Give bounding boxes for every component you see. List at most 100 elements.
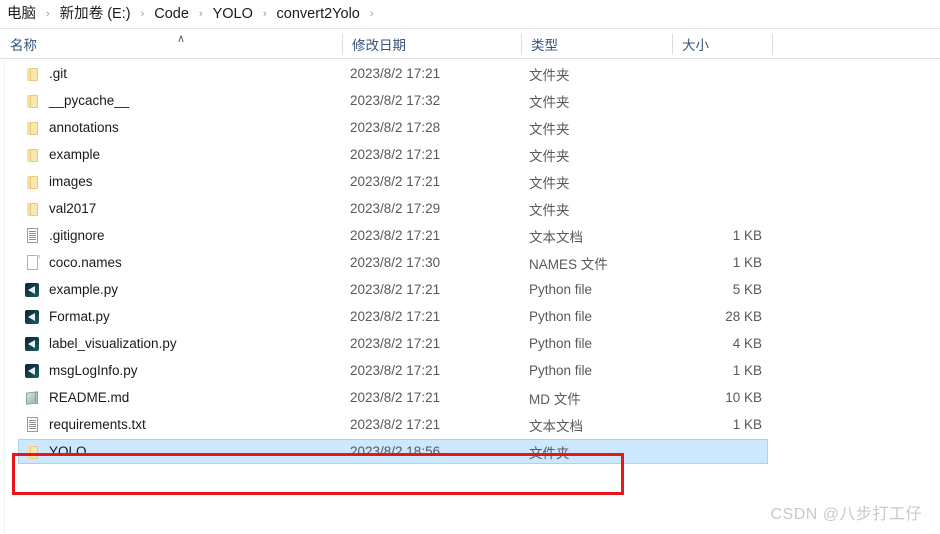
file-type-cell: Python file <box>529 363 593 378</box>
python-file-icon <box>24 362 41 379</box>
file-row[interactable]: __pycache__ 2023/8/2 17:32 文件夹 <box>0 87 940 114</box>
column-header-name-label: 名称 <box>10 38 37 53</box>
file-date-cell: 2023/8/2 17:21 <box>350 417 441 432</box>
file-name-cell[interactable]: images <box>24 168 93 195</box>
file-size-cell <box>672 114 762 141</box>
folder-icon <box>24 173 41 190</box>
folder-icon <box>24 443 41 460</box>
file-type-cell: 文件夹 <box>529 202 570 218</box>
file-size-cell <box>672 438 762 465</box>
column-header-date-modified[interactable]: 修改日期 <box>342 29 521 59</box>
file-size-cell: 5 KB <box>732 282 762 297</box>
file-row[interactable]: coco.names 2023/8/2 17:30 NAMES 文件 1 KB <box>0 249 940 276</box>
file-name-label: YOLO <box>49 444 87 459</box>
breadcrumb-item-0[interactable]: 电脑 <box>4 2 39 26</box>
breadcrumb-chevron-icon[interactable]: › <box>39 4 57 24</box>
sort-ascending-caret-icon[interactable]: ∧ <box>175 34 187 45</box>
file-row[interactable]: msgLogInfo.py 2023/8/2 17:21 Python file 1 … <box>0 357 940 384</box>
file-name-cell[interactable]: example.py <box>24 276 118 303</box>
python-file-icon <box>24 308 41 325</box>
file-name-cell[interactable]: val2017 <box>24 195 96 222</box>
file-size-cell: 1 KB <box>732 255 762 270</box>
text-document-icon <box>24 227 41 244</box>
file-row[interactable]: example.py 2023/8/2 17:21 Python file 5 KB <box>0 276 940 303</box>
file-name-cell[interactable]: msgLogInfo.py <box>24 357 138 384</box>
file-date-cell: 2023/8/2 17:21 <box>350 363 441 378</box>
file-name-cell[interactable]: README.md <box>24 384 129 411</box>
folder-icon <box>24 92 41 109</box>
folder-icon <box>24 146 41 163</box>
breadcrumb-chevron-icon[interactable]: › <box>363 4 381 24</box>
column-header-type[interactable]: 类型 <box>521 29 672 59</box>
file-date-cell: 2023/8/2 17:29 <box>350 201 441 216</box>
file-row[interactable]: label_visualization.py 2023/8/2 17:21 Pyth… <box>0 330 940 357</box>
file-row[interactable]: .gitignore 2023/8/2 17:21 文本文档 1 KB <box>0 222 940 249</box>
file-name-label: example.py <box>49 282 119 297</box>
file-date-cell: 2023/8/2 17:30 <box>350 255 441 270</box>
file-name-label: coco.names <box>49 255 122 270</box>
file-name-label: README.md <box>49 390 130 405</box>
file-size-cell: 1 KB <box>732 417 762 432</box>
folder-icon <box>24 65 41 82</box>
file-name-cell[interactable]: YOLO <box>24 438 87 465</box>
file-name-label: images <box>49 174 93 189</box>
file-row[interactable]: README.md 2023/8/2 17:21 MD 文件 10 KB <box>0 384 940 411</box>
file-type-cell: 文本文档 <box>529 229 583 245</box>
file-row[interactable]: Format.py 2023/8/2 17:21 Python file 28 KB <box>0 303 940 330</box>
file-date-cell: 2023/8/2 17:21 <box>350 228 441 243</box>
file-name-label: requirements.txt <box>49 417 146 432</box>
breadcrumb-chevron-icon[interactable]: › <box>134 4 152 24</box>
file-type-cell: MD 文件 <box>529 391 581 407</box>
file-name-cell[interactable]: .gitignore <box>24 222 105 249</box>
file-date-cell: 2023/8/2 17:21 <box>350 309 441 324</box>
file-type-cell: Python file <box>529 336 593 351</box>
folder-icon <box>24 200 41 217</box>
file-name-label: .gitignore <box>49 228 105 243</box>
file-row[interactable]: .git 2023/8/2 17:21 文件夹 <box>0 60 940 87</box>
column-header-size-label: 大小 <box>682 38 709 53</box>
breadcrumb-item-4[interactable]: convert2Yolo <box>274 2 363 26</box>
file-size-cell: 4 KB <box>732 336 762 351</box>
file-row[interactable]: images 2023/8/2 17:21 文件夹 <box>0 168 940 195</box>
file-explorer-window: 电脑 › 新加卷 (E:) › Code › YOLO › convert2Yolo › 名称 ∧… <box>0 0 940 534</box>
breadcrumb-chevron-icon[interactable]: › <box>256 4 274 24</box>
text-document-icon <box>24 416 41 433</box>
file-row[interactable]: example 2023/8/2 17:21 文件夹 <box>0 141 940 168</box>
file-date-cell: 2023/8/2 17:32 <box>350 93 441 108</box>
markdown-file-icon <box>24 389 41 406</box>
file-name-label: Format.py <box>49 309 110 324</box>
file-name-cell[interactable]: example <box>24 141 100 168</box>
file-date-cell: 2023/8/2 17:21 <box>350 336 441 351</box>
file-name-cell[interactable]: Format.py <box>24 303 110 330</box>
column-header-date-modified-label: 修改日期 <box>352 38 406 53</box>
file-type-cell: NAMES 文件 <box>529 256 608 272</box>
file-size-cell <box>672 195 762 222</box>
column-divider-4[interactable] <box>772 34 773 55</box>
breadcrumb-item-2[interactable]: Code <box>151 2 192 26</box>
file-name-cell[interactable]: .git <box>24 60 67 87</box>
file-row[interactable]: annotations 2023/8/2 17:28 文件夹 <box>0 114 940 141</box>
file-name-cell[interactable]: annotations <box>24 114 119 141</box>
blank-page-icon <box>24 254 41 271</box>
file-size-cell: 28 KB <box>725 309 762 324</box>
python-file-icon <box>24 335 41 352</box>
file-type-cell: 文件夹 <box>529 94 570 110</box>
file-row[interactable]: val2017 2023/8/2 17:29 文件夹 <box>0 195 940 222</box>
breadcrumb-chevron-icon[interactable]: › <box>192 4 210 24</box>
file-name-label: annotations <box>49 120 119 135</box>
file-size-cell <box>672 87 762 114</box>
breadcrumb[interactable]: 电脑 › 新加卷 (E:) › Code › YOLO › convert2Yolo › <box>0 0 940 29</box>
breadcrumb-item-1[interactable]: 新加卷 (E:) <box>57 2 134 26</box>
file-name-label: val2017 <box>49 201 97 216</box>
file-name-cell[interactable]: label_visualization.py <box>24 330 177 357</box>
file-name-cell[interactable]: coco.names <box>24 249 122 276</box>
file-name-label: __pycache__ <box>49 93 130 108</box>
file-name-cell[interactable]: __pycache__ <box>24 87 129 114</box>
file-row[interactable]: YOLO 2023/8/2 18:56 文件夹 <box>0 438 940 465</box>
column-header-size[interactable]: 大小 <box>672 29 772 59</box>
column-header-name[interactable]: 名称 <box>0 29 342 59</box>
file-row[interactable]: requirements.txt 2023/8/2 17:21 文本文档 1 KB <box>0 411 940 438</box>
file-size-cell: 1 KB <box>732 228 762 243</box>
breadcrumb-item-3[interactable]: YOLO <box>210 2 256 26</box>
file-name-cell[interactable]: requirements.txt <box>24 411 146 438</box>
